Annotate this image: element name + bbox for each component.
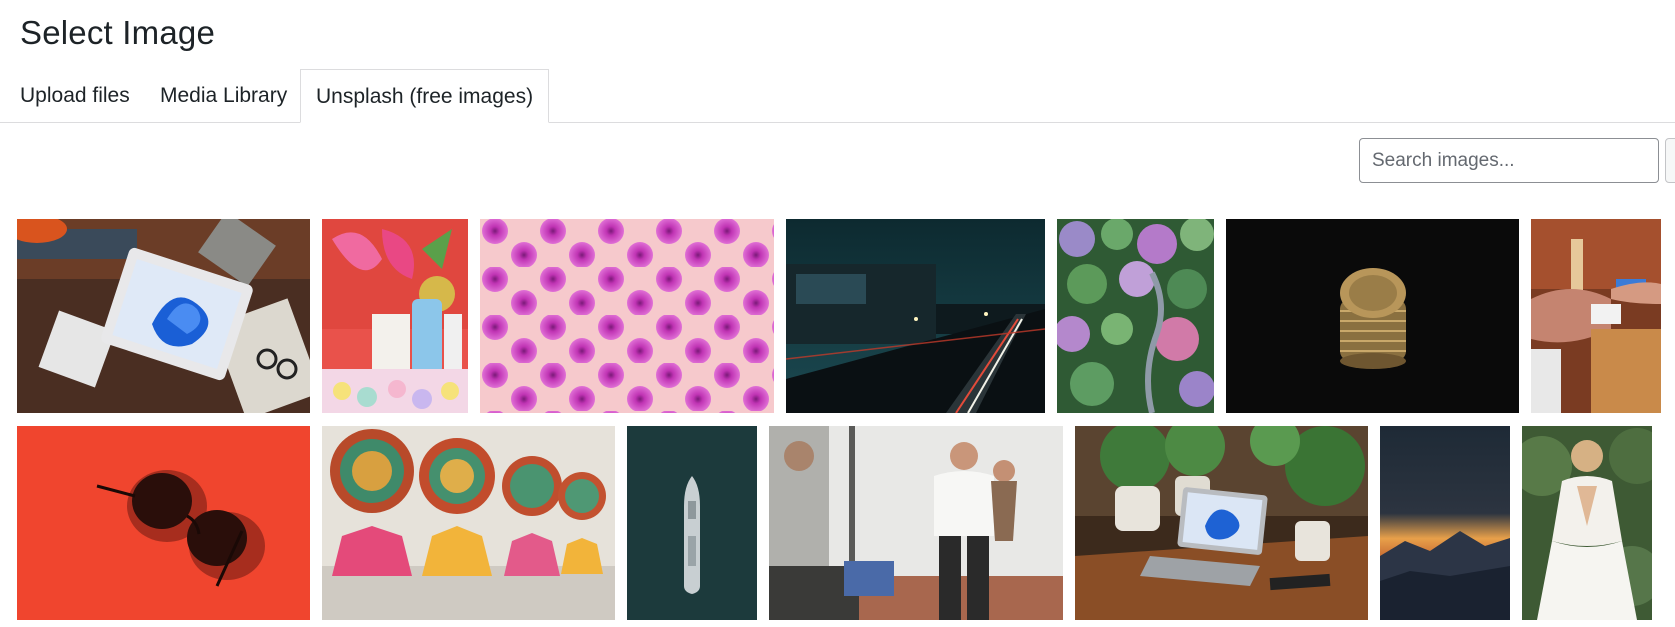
page-title: Select Image xyxy=(20,14,216,51)
image-bride-dress[interactable] xyxy=(1522,426,1652,620)
image-festival-dancers[interactable] xyxy=(322,426,615,620)
image-dahlia-pattern[interactable] xyxy=(480,219,774,413)
media-tabs: Upload files Media Library Unsplash (fre… xyxy=(0,69,1675,123)
image-sunglasses-red[interactable] xyxy=(17,426,310,620)
image-card-payment[interactable] xyxy=(1531,219,1661,413)
image-tablet-blanket[interactable] xyxy=(17,219,310,413)
tab-unsplash[interactable]: Unsplash (free images) xyxy=(300,69,550,123)
search-button[interactable] xyxy=(1665,138,1675,183)
image-gold-coins[interactable] xyxy=(1226,219,1519,413)
tab-upload-files[interactable]: Upload files xyxy=(20,69,130,122)
search-images-input[interactable] xyxy=(1359,138,1659,183)
image-mountain-sunset[interactable] xyxy=(1380,426,1510,620)
image-laptop-plants[interactable] xyxy=(1075,426,1368,620)
image-tropical-flowers[interactable] xyxy=(322,219,468,413)
image-ship-aerial[interactable] xyxy=(627,426,757,620)
image-hydrangea-garden[interactable] xyxy=(1057,219,1214,413)
tab-media-library[interactable]: Media Library xyxy=(160,69,287,122)
image-city-night-highway[interactable] xyxy=(786,219,1045,413)
image-father-child-window[interactable] xyxy=(769,426,1063,620)
